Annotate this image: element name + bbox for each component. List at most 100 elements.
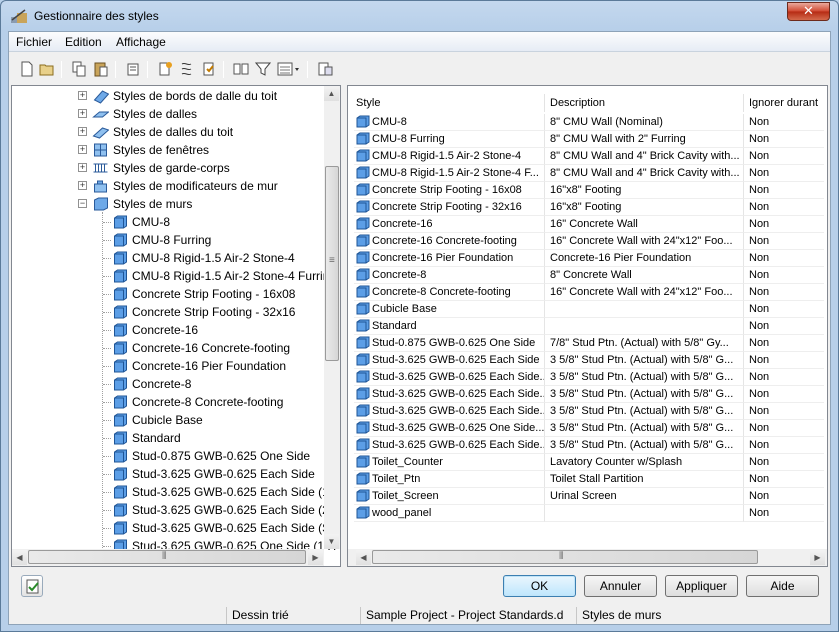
toggle-view-icon[interactable] — [317, 61, 333, 77]
toolbar-separator — [61, 61, 62, 78]
cell-ignore: Non — [744, 403, 824, 420]
table-row[interactable]: wood_panel Non — [354, 505, 824, 522]
tree-horizontal-scrollbar[interactable]: ◀ ⦀ ▶ — [12, 549, 324, 566]
cell-description: Lavatory Counter w/Splash — [545, 454, 744, 471]
style-description: 16" Concrete Wall with 24"x12" Foo... — [550, 235, 733, 247]
table-row[interactable]: Concrete-8 Concrete-footing 16" Concrete … — [354, 284, 824, 301]
cell-description: Urinal Screen — [545, 488, 744, 505]
status-bar: Dessin trié Sample Project - Project Sta… — [9, 605, 830, 625]
column-ignore[interactable]: Ignorer durant — [744, 94, 824, 112]
help-button[interactable]: Aide — [746, 575, 819, 597]
expander-icon[interactable]: + — [78, 109, 87, 118]
scroll-left-icon[interactable]: ◀ — [12, 550, 27, 565]
table-row[interactable]: Stud-3.625 GWB-0.625 Each Side... 3 5/8" … — [354, 369, 824, 386]
filter-icon[interactable] — [255, 61, 271, 77]
list-hscroll-thumb[interactable]: ⦀ — [372, 550, 758, 564]
cell-style: Stud-3.625 GWB-0.625 Each Side — [354, 352, 545, 369]
title-bar[interactable]: Gestionnaire des styles ✕ — [1, 1, 838, 32]
expander-icon[interactable]: + — [78, 91, 87, 100]
table-row[interactable]: Toilet_Screen Urinal Screen Non — [354, 488, 824, 505]
table-row[interactable]: Concrete Strip Footing - 32x16 16"x8" Foo… — [354, 199, 824, 216]
table-row[interactable]: Concrete-16 16" Concrete Wall Non — [354, 216, 824, 233]
paste-icon[interactable] — [93, 61, 109, 77]
pane-splitter[interactable] — [342, 85, 346, 567]
expander-icon[interactable]: + — [78, 163, 87, 172]
copy-icon[interactable] — [71, 61, 87, 77]
expander-icon[interactable]: + — [78, 181, 87, 190]
cell-ignore: Non — [744, 182, 824, 199]
apply-button[interactable]: Appliquer — [665, 575, 738, 597]
tree-item-label: Stud-3.625 GWB-0.625 Each Side (So — [132, 521, 337, 535]
ok-button[interactable]: OK — [503, 575, 576, 597]
table-row[interactable]: CMU-8 Furring 8" CMU Wall with 2" Furring… — [354, 131, 824, 148]
column-description[interactable]: Description — [545, 94, 744, 112]
style-name: Standard — [372, 320, 417, 332]
table-row[interactable]: Stud-3.625 GWB-0.625 Each Side... 3 5/8" … — [354, 437, 824, 454]
new-style-icon[interactable] — [157, 61, 173, 77]
table-row[interactable]: CMU-8 Rigid-1.5 Air-2 Stone-4 F... 8" CMU… — [354, 165, 824, 182]
tree-category-label: Styles de fenêtres — [113, 143, 210, 157]
view-options-icon[interactable] — [277, 61, 301, 77]
table-row[interactable]: Concrete-16 Pier Foundation Concrete-16 P… — [354, 250, 824, 267]
scroll-left-icon[interactable]: ◀ — [356, 550, 371, 565]
scroll-right-icon[interactable]: ▶ — [810, 550, 825, 565]
cell-style: Toilet_Counter — [354, 454, 545, 471]
table-row[interactable]: Standard Non — [354, 318, 824, 335]
table-row[interactable]: CMU-8 8" CMU Wall (Nominal) Non — [354, 114, 824, 131]
tree-vscroll-thumb[interactable]: ≡ — [325, 166, 339, 361]
cancel-button[interactable]: Annuler — [584, 575, 657, 597]
table-row[interactable]: Stud-3.625 GWB-0.625 Each Side... 3 5/8" … — [354, 403, 824, 420]
close-button[interactable]: ✕ — [787, 2, 830, 21]
table-row[interactable]: Toilet_Ptn Toilet Stall Partition Non — [354, 471, 824, 488]
table-row[interactable]: Cubicle Base Non — [354, 301, 824, 318]
style-tree[interactable]: + Styles de bords de dalle du toit + Styles… — [11, 85, 341, 567]
column-style[interactable]: Style — [354, 94, 545, 112]
set-current-icon[interactable] — [201, 61, 217, 77]
ignore-value: Non — [749, 235, 770, 247]
expander-icon[interactable]: + — [78, 127, 87, 136]
style-list[interactable]: Style Description Ignorer durant CMU-8 8"… — [347, 85, 828, 567]
table-row[interactable]: Concrete Strip Footing - 16x08 16"x8" Foo… — [354, 182, 824, 199]
table-row[interactable]: Concrete-16 Concrete-footing 16" Concrete… — [354, 233, 824, 250]
menu-fichier[interactable]: Fichier — [16, 35, 52, 49]
table-row[interactable]: Stud-0.875 GWB-0.625 One Side 7/8" Stud P… — [354, 335, 824, 352]
grip-icon: ⦀ — [162, 551, 167, 562]
wall-style-icon — [114, 269, 127, 283]
project-standards-button[interactable] — [21, 575, 43, 597]
wall-icon — [94, 197, 108, 211]
tree-vertical-scrollbar[interactable]: ▲ ≡ ▼ — [324, 86, 340, 549]
menu-edition[interactable]: Edition — [65, 35, 102, 49]
wall-style-icon — [356, 234, 370, 247]
open-icon[interactable] — [39, 61, 55, 77]
expander-icon[interactable]: − — [78, 199, 87, 208]
compare-icon[interactable] — [233, 61, 249, 77]
style-name: CMU-8 Rigid-1.5 Air-2 Stone-4 — [372, 150, 522, 162]
edit-style-icon[interactable] — [179, 61, 195, 77]
tree-item-label: Concrete-16 Pier Foundation — [132, 359, 287, 373]
expander-icon[interactable]: + — [78, 145, 87, 154]
cell-ignore: Non — [744, 199, 824, 216]
tree-item-label: CMU-8 Rigid-1.5 Air-2 Stone-4 Furrir — [132, 269, 327, 283]
ignore-value: Non — [749, 184, 770, 196]
table-row[interactable]: Concrete-8 8" Concrete Wall Non — [354, 267, 824, 284]
scroll-down-icon[interactable]: ▼ — [324, 534, 339, 549]
tree-hscroll-thumb[interactable]: ⦀ — [28, 550, 306, 564]
tree-guide-line — [102, 212, 103, 566]
status-drawing: Sample Project - Project Standards.d — [360, 607, 576, 624]
purge-icon[interactable] — [125, 61, 141, 77]
ignore-value: Non — [749, 201, 770, 213]
table-row[interactable]: Stud-3.625 GWB-0.625 Each Side 3 5/8" Stu… — [354, 352, 824, 369]
scroll-up-icon[interactable]: ▲ — [324, 86, 339, 101]
cell-description: 3 5/8" Stud Ptn. (Actual) with 5/8" G... — [545, 386, 744, 403]
table-row[interactable]: Toilet_Counter Lavatory Counter w/Splash N… — [354, 454, 824, 471]
menu-affichage[interactable]: Affichage — [116, 35, 166, 49]
list-horizontal-scrollbar[interactable]: ◀ ⦀ ▶ — [348, 549, 827, 566]
scroll-right-icon[interactable]: ▶ — [308, 550, 323, 565]
table-row[interactable]: Stud-3.625 GWB-0.625 One Side... 3 5/8" S… — [354, 420, 824, 437]
new-icon[interactable] — [19, 61, 35, 77]
table-row[interactable]: Stud-3.625 GWB-0.625 Each Side... 3 5/8" … — [354, 386, 824, 403]
style-name: Concrete-8 — [372, 269, 427, 281]
style-description: 16" Concrete Wall with 24"x12" Foo... — [550, 286, 733, 298]
app-icon — [11, 9, 27, 23]
table-row[interactable]: CMU-8 Rigid-1.5 Air-2 Stone-4 8" CMU Wall… — [354, 148, 824, 165]
